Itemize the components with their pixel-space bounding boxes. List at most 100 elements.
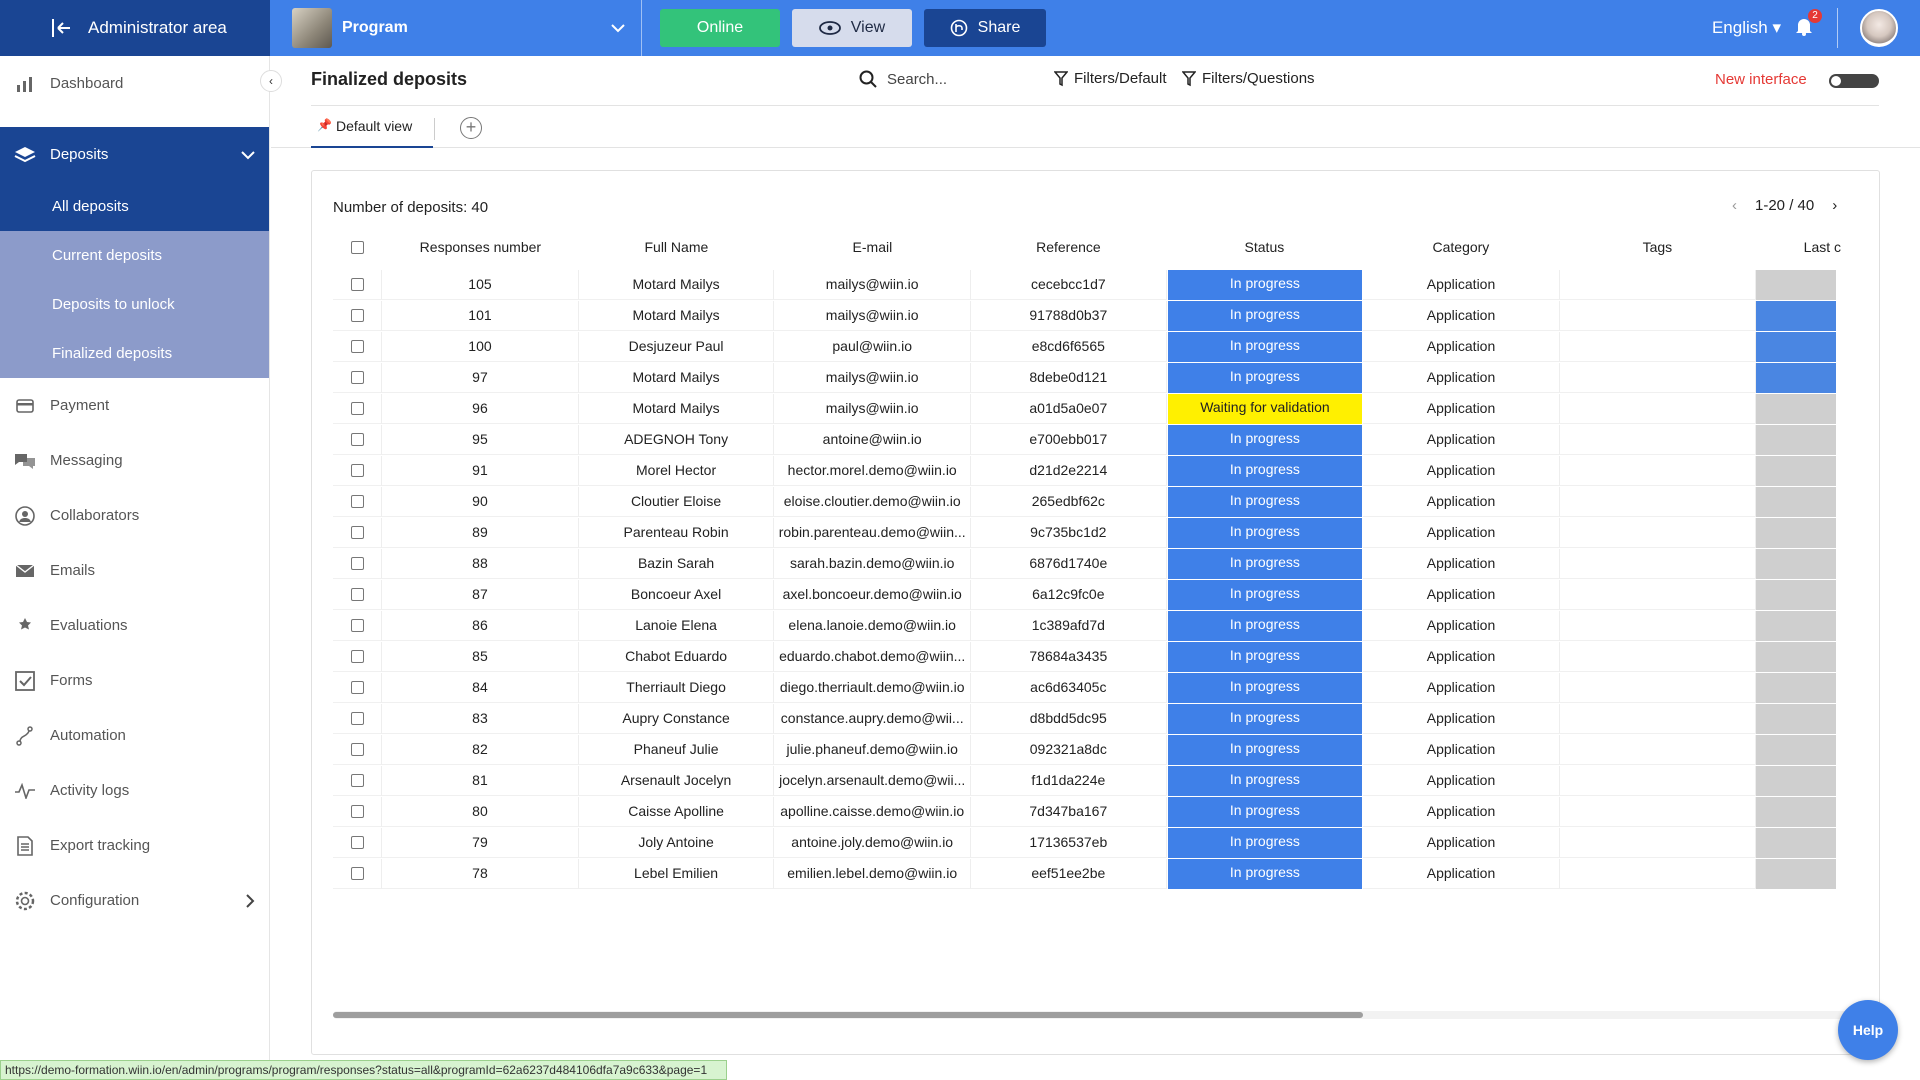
sidebar-subitem-deposits-to-unlock[interactable]: Deposits to unlock [0,280,269,329]
avatar[interactable] [1860,9,1898,47]
sidebar-item-emails[interactable]: Emails [0,543,269,598]
row-checkbox[interactable] [350,649,364,663]
row-checkbox[interactable] [350,401,364,415]
table-row[interactable]: 95 ADEGNOH Tony antoine@wiin.io e700ebb017 I… [333,424,1870,455]
row-checkbox[interactable] [350,432,364,446]
row-checkbox[interactable] [350,804,364,818]
share-button[interactable]: Share [924,9,1046,47]
table-row[interactable]: 82 Phaneuf Julie julie.phaneuf.demo@wiin.i… [333,734,1870,765]
sidebar-item-dashboard[interactable]: Dashboard [0,56,269,111]
filter-icon [1182,70,1196,86]
sidebar-item-label: Activity logs [50,782,130,799]
status-cell: In progress [1167,703,1364,734]
table-row[interactable]: 97 Motard Mailys mailys@wiin.io 8debe0d121 I… [333,362,1870,393]
table-row[interactable]: 79 Joly Antoine antoine.joly.demo@wiin.io 1… [333,827,1870,858]
reference-cell: 78684a3435 [971,641,1167,672]
layers-icon [14,144,36,166]
row-checkbox[interactable] [350,835,364,849]
row-checkbox[interactable] [350,587,364,601]
table-row[interactable]: 105 Motard Mailys mailys@wiin.io cecebcc1d7… [333,269,1870,300]
checkbox-icon [14,670,36,692]
table-row[interactable]: 89 Parenteau Robin robin.parenteau.demo@wi… [333,517,1870,548]
row-checkbox[interactable] [350,618,364,632]
prev-page-button[interactable]: ‹ [1732,197,1737,214]
next-page-button[interactable]: › [1832,197,1837,214]
sidebar-subitem-all-deposits[interactable]: All deposits [0,182,269,231]
responses-number-cell: 105 [382,269,579,300]
table-row[interactable]: 80 Caisse Apolline apolline.caisse.demo@wi… [333,796,1870,827]
last-column-cell [1756,796,1870,827]
filters-default-button[interactable]: Filters/Default [1054,70,1167,87]
language-selector[interactable]: English ▾ [1712,18,1781,38]
column-header[interactable]: E-mail [774,229,971,265]
column-header[interactable]: Last c [1756,229,1870,265]
filters-default-label: Filters/Default [1074,70,1167,87]
table-row[interactable]: 86 Lanoie Elena elena.lanoie.demo@wiin.io 1… [333,610,1870,641]
sidebar-item-messaging[interactable]: Messaging [0,433,269,488]
new-interface-toggle[interactable] [1829,74,1879,88]
help-button[interactable]: Help [1838,1000,1898,1060]
row-checkbox[interactable] [350,680,364,694]
table-row[interactable]: 90 Cloutier Eloise eloise.cloutier.demo@wi… [333,486,1870,517]
view-button[interactable]: View [792,9,912,47]
sidebar-item-export-tracking[interactable]: Export tracking [0,818,269,873]
tab-default-view[interactable]: 📌 Default view [311,118,433,148]
table-row[interactable]: 84 Therriault Diego diego.therriault.demo@… [333,672,1870,703]
notification-badge: 2 [1808,8,1822,23]
sidebar-item-label: Deposits [50,146,109,163]
table-row[interactable]: 87 Boncoeur Axel axel.boncoeur.demo@wiin.i… [333,579,1870,610]
sidebar-item-deposits[interactable]: Deposits [0,127,269,182]
status-badge: In progress [1167,548,1363,579]
row-checkbox[interactable] [350,370,364,384]
sidebar-item-automation[interactable]: Automation [0,708,269,763]
row-checkbox[interactable] [350,339,364,353]
table-row[interactable]: 83 Aupry Constance constance.aupry.demo@wi… [333,703,1870,734]
sidebar-item-activity-logs[interactable]: Activity logs [0,763,269,818]
row-checkbox[interactable] [350,866,364,880]
column-header[interactable]: Responses number [382,229,579,265]
filters-questions-button[interactable]: Filters/Questions [1182,70,1315,87]
table-row[interactable]: 78 Lebel Emilien emilien.lebel.demo@wiin.i… [333,858,1870,889]
row-checkbox[interactable] [350,773,364,787]
row-checkbox[interactable] [350,308,364,322]
notifications-button[interactable]: 2 [1795,8,1822,41]
table-row[interactable]: 101 Motard Mailys mailys@wiin.io 91788d0b37… [333,300,1870,331]
sidebar-item-forms[interactable]: Forms [0,653,269,708]
sidebar-item-label: Configuration [50,892,140,909]
row-checkbox[interactable] [350,556,364,570]
sidebar-collapse-button[interactable]: ‹ [260,70,282,92]
sidebar-item-configuration[interactable]: Configuration [0,873,269,928]
full-name-cell: Chabot Eduardo [578,641,775,672]
sidebar-item-payment[interactable]: Payment [0,378,269,433]
program-selector[interactable]: Program [270,0,642,56]
table-row[interactable]: 81 Arsenault Jocelyn jocelyn.arsenault.dem… [333,765,1870,796]
row-checkbox[interactable] [350,711,364,725]
sidebar-subitem-finalized-deposits[interactable]: Finalized deposits [0,329,269,378]
column-header[interactable]: Status [1166,229,1363,265]
table-row[interactable]: 100 Desjuzeur Paul paul@wiin.io e8cd6f6565 I… [333,331,1870,362]
full-name-cell: Joly Antoine [578,827,775,858]
row-checkbox[interactable] [350,742,364,756]
table-row[interactable]: 96 Motard Mailys mailys@wiin.io a01d5a0e07 W… [333,393,1870,424]
table-row[interactable]: 91 Morel Hector hector.morel.demo@wiin.io d… [333,455,1870,486]
horizontal-scrollbar[interactable] [333,1011,1878,1019]
sidebar-item-evaluations[interactable]: Evaluations [0,598,269,653]
column-header[interactable]: Category [1363,229,1560,265]
column-header[interactable]: Tags [1559,229,1756,265]
row-checkbox[interactable] [350,494,364,508]
column-header[interactable]: Reference [971,229,1167,265]
add-view-button[interactable]: + [460,117,482,139]
scrollbar-thumb[interactable] [333,1012,1363,1018]
select-all-checkbox[interactable] [351,240,365,254]
row-checkbox[interactable] [350,277,364,291]
table-row[interactable]: 85 Chabot Eduardo eduardo.chabot.demo@wiin… [333,641,1870,672]
sidebar-subitem-current-deposits[interactable]: Current deposits [0,231,269,280]
administrator-area-link[interactable]: Administrator area [0,0,270,56]
row-checkbox[interactable] [350,463,364,477]
search-input[interactable]: Search... [859,70,947,88]
column-header[interactable]: Full Name [579,229,775,265]
row-checkbox[interactable] [350,525,364,539]
sidebar-item-collaborators[interactable]: Collaborators [0,488,269,543]
online-button[interactable]: Online [660,9,780,47]
table-row[interactable]: 88 Bazin Sarah sarah.bazin.demo@wiin.io 687… [333,548,1870,579]
